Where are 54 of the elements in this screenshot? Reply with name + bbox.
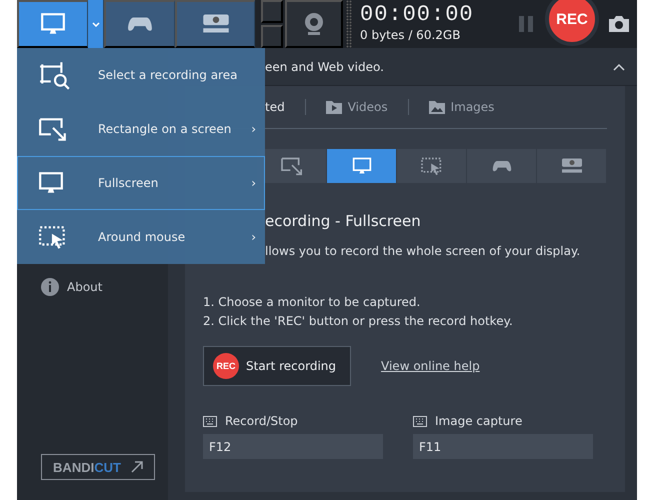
content-tab[interactable]: Videos [306, 100, 408, 114]
mode-tile[interactable] [397, 149, 467, 183]
content-tab[interactable]: Images [408, 100, 514, 114]
cursor-toggle[interactable] [261, 0, 283, 23]
mode-tile[interactable] [467, 149, 537, 183]
mode-tile[interactable] [327, 149, 397, 183]
hotkey-label: Record/Stop [225, 414, 298, 428]
content-tab[interactable]: ted [265, 100, 305, 114]
collapse-icon[interactable] [613, 62, 625, 70]
webcam-icon [303, 12, 325, 36]
header-text: een and Web video. [265, 60, 385, 74]
area-search-icon [38, 60, 72, 90]
microphone-toggle[interactable] [261, 25, 283, 48]
video-folder-icon [326, 100, 342, 114]
camera-icon[interactable] [609, 16, 629, 32]
rec-badge: REC [213, 353, 239, 379]
instruction-step: 2. Click the 'REC' button or press the record hotkey. [203, 312, 607, 331]
dotted-area-cursor-icon [38, 224, 68, 250]
mode-tab[interactable] [17, 0, 88, 48]
monitor-icon [38, 170, 64, 196]
keyboard-icon [203, 416, 217, 426]
monitor-icon [352, 156, 372, 176]
mode-tab[interactable] [175, 0, 255, 48]
external-link-icon [130, 461, 143, 473]
keyboard-icon [413, 416, 427, 426]
mode-title: ecording - Fullscreen [265, 212, 422, 230]
info-icon [41, 278, 59, 296]
help-link[interactable]: View online help [381, 359, 480, 373]
mode-description: llows you to record the whole screen of your display. [265, 244, 582, 258]
hotkey-field[interactable]: F12 [203, 434, 383, 459]
file-size: 0 bytes / 60.2GB [360, 28, 462, 42]
start-recording-button[interactable]: REC Start recording [203, 346, 352, 386]
resize-rectangle-icon [280, 156, 304, 176]
mode-tile[interactable] [537, 149, 607, 183]
monitor-icon [40, 11, 66, 37]
menu-item[interactable]: Select a recording area [17, 48, 265, 102]
recording-timer: 00:00:00 [360, 2, 474, 28]
menu-item[interactable]: Around mouse › [17, 210, 265, 264]
resize-rectangle-icon [38, 116, 68, 142]
pause-icon[interactable] [519, 16, 533, 32]
record-button[interactable]: REC [545, 0, 599, 46]
bandicut-link[interactable]: BANDICUT [41, 454, 155, 480]
sidebar-item[interactable]: About [67, 280, 102, 294]
mode-tab[interactable] [104, 0, 175, 48]
caret-icon [92, 22, 100, 26]
hotkey-field[interactable]: F11 [413, 434, 593, 459]
dropdown-button[interactable] [88, 0, 104, 48]
instruction-step: 1. Choose a monitor to be captured. [203, 293, 607, 312]
dotted-area-cursor-icon [420, 156, 444, 176]
hotkey-label: Image capture [435, 414, 522, 428]
image-folder-icon [428, 100, 445, 114]
menu-item[interactable]: Fullscreen › [17, 156, 265, 210]
menu-item[interactable]: Rectangle on a screen › [17, 102, 265, 156]
webcam-button[interactable] [285, 0, 343, 48]
